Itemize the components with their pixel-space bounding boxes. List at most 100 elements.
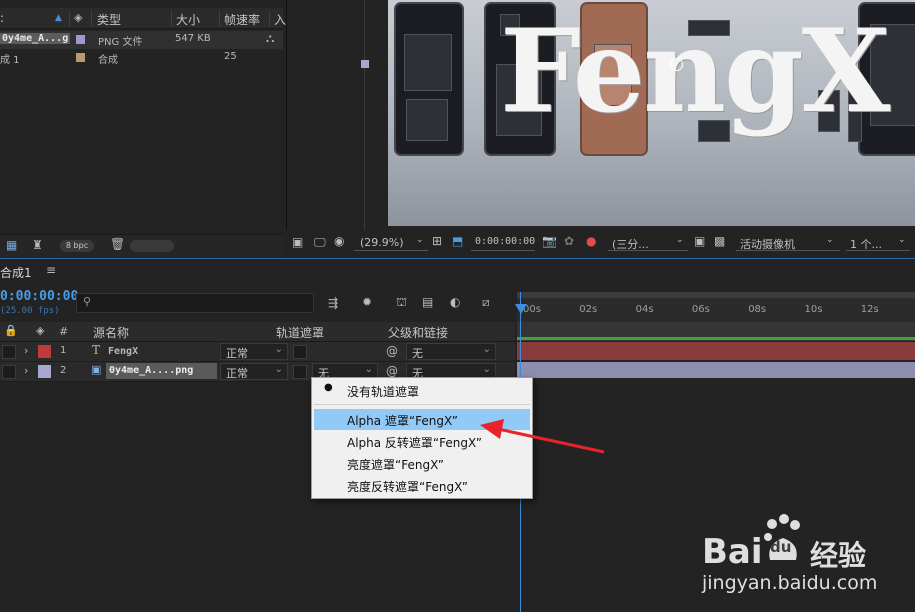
layer-search-input[interactable]: ⚲: [76, 293, 314, 313]
label-tag-icon[interactable]: ◈: [74, 11, 82, 24]
always-preview-icon[interactable]: ▣: [292, 235, 303, 249]
new-folder-icon[interactable]: ♜: [32, 238, 43, 252]
chevron-down-icon: ⌄: [274, 364, 283, 375]
composition-canvas[interactable]: FengX: [388, 0, 915, 226]
layer-name[interactable]: 0y4me_A....png: [106, 363, 217, 379]
region-of-interest-icon[interactable]: ⬒: [452, 234, 463, 248]
color-channels-icon[interactable]: ●: [586, 234, 596, 248]
frame-blending-icon[interactable]: ▤: [422, 295, 433, 309]
column-parent[interactable]: 父级和链接: [388, 324, 448, 341]
chevron-right-icon[interactable]: ›: [24, 344, 28, 357]
interpret-footage-icon[interactable]: ▦: [6, 238, 17, 252]
visibility-toggle[interactable]: [2, 345, 16, 359]
name-column-edge[interactable]: :: [0, 11, 4, 25]
column-track-matte[interactable]: 轨道遮罩: [276, 324, 324, 341]
frame-rate-label: (25.00 fps): [0, 306, 60, 316]
layer-row[interactable]: › 1 T FengX 正常 ⌄ @ 无 ⌄: [0, 342, 515, 362]
label-swatch[interactable]: [76, 53, 85, 62]
blend-mode-dropdown[interactable]: 正常 ⌄: [220, 363, 288, 380]
watermark-brand: Bai: [702, 532, 763, 572]
zoom-dropdown[interactable]: (29.9%) ⌄: [354, 233, 428, 251]
snapshot-camera-icon[interactable]: 📷: [542, 234, 557, 248]
time-ruler[interactable]: 00s02s04s06s08s10s12s14: [517, 292, 915, 322]
blend-mode-value: 正常: [226, 347, 248, 360]
column-size[interactable]: 大小: [176, 11, 200, 28]
menu-item-luma-inverted-matte[interactable]: 亮度反转遮罩“FengX”: [314, 475, 530, 496]
layer-bar-fengx[interactable]: [517, 342, 915, 360]
ruler-tick-label: 08s: [748, 304, 767, 315]
draft-3d-icon[interactable]: ✹: [362, 295, 372, 309]
layer-index: 1: [60, 345, 67, 356]
menu-item-label: Alpha 遮罩“FengX”: [347, 414, 458, 428]
checked-bullet-icon: ●: [324, 382, 333, 393]
watermark-product: 经验: [810, 539, 867, 572]
chevron-down-icon: ⌄: [482, 364, 491, 375]
show-snapshot-icon[interactable]: ✿: [564, 234, 574, 248]
menu-item-label: 亮度遮罩“FengX”: [347, 458, 445, 472]
lock-icon[interactable]: 🔒: [4, 324, 18, 337]
blend-mode-value: 正常: [226, 367, 248, 380]
chevron-right-icon[interactable]: ›: [24, 364, 28, 377]
work-area-bar[interactable]: [517, 292, 915, 298]
panel-menu-icon[interactable]: ≡: [46, 263, 56, 277]
layer-bar-png[interactable]: [517, 362, 915, 378]
column-type[interactable]: 类型: [97, 11, 121, 28]
layer-label-color[interactable]: [38, 345, 51, 358]
shy-layers-icon[interactable]: ⛫: [396, 295, 407, 311]
parent-dropdown[interactable]: 无 ⌄: [406, 343, 496, 360]
views-dropdown[interactable]: 1 个... ⌄: [846, 233, 910, 251]
preserve-transparency-toggle[interactable]: [293, 345, 307, 359]
anchor-point-handle[interactable]: [361, 60, 369, 68]
sort-ascending-icon[interactable]: ▲: [55, 13, 62, 23]
ruler-tick-label: 06s: [691, 304, 710, 315]
current-time-display[interactable]: 0:00:00:00: [0, 289, 78, 304]
chevron-down-icon: ⌄: [898, 235, 906, 245]
item-size: 547 KB: [175, 33, 211, 44]
motion-blur-icon[interactable]: ◐: [450, 295, 460, 309]
timeline-tab-bar: 合成1 ≡: [0, 258, 915, 287]
comp-flowchart-icon[interactable]: ⇶: [328, 296, 338, 310]
project-item-comp[interactable]: 成 1 合成 25: [0, 49, 283, 67]
fengx-text-layer[interactable]: FengX: [500, 6, 890, 136]
project-footer: ▦ ♜ 8 bpc 🗑: [0, 234, 283, 257]
item-name: 成 1: [0, 55, 20, 66]
chevron-down-icon: ⌄: [274, 344, 283, 355]
label-tag-icon[interactable]: ◈: [36, 324, 44, 337]
ruler-tick-label: 02s: [579, 304, 598, 315]
label-swatch[interactable]: [76, 35, 85, 44]
crosshair-icon[interactable]: [670, 58, 683, 71]
fast-preview-icon[interactable]: ▣: [694, 234, 705, 248]
trash-icon[interactable]: 🗑: [110, 237, 125, 251]
visibility-toggle[interactable]: [2, 365, 16, 379]
grid-icon[interactable]: ⊞: [432, 234, 442, 248]
watermark-url: jingyan.baidu.com: [702, 572, 878, 594]
resolution-dropdown[interactable]: (三分... ⌄: [608, 233, 688, 251]
tab-composition[interactable]: 合成1: [0, 264, 32, 281]
monitor-icon[interactable]: 🖵: [314, 235, 326, 250]
transparency-grid-icon[interactable]: ▩: [714, 234, 725, 248]
pick-whip-icon[interactable]: @: [386, 364, 398, 378]
layer-name[interactable]: FengX: [108, 346, 138, 357]
menu-item-no-matte[interactable]: ● 没有轨道遮罩: [314, 380, 530, 401]
watermark-brand-suffix: du: [770, 538, 792, 556]
mask-visibility-icon[interactable]: ◉: [334, 234, 344, 248]
column-source-name[interactable]: 源名称: [93, 324, 129, 341]
playhead-handle[interactable]: [515, 304, 527, 314]
preserve-transparency-toggle[interactable]: [293, 365, 307, 379]
column-framerate[interactable]: 帧速率: [224, 11, 260, 28]
column-index[interactable]: #: [59, 325, 68, 338]
search-pill[interactable]: [130, 240, 174, 252]
chevron-down-icon: ⌄: [482, 344, 491, 355]
current-time-field[interactable]: 0:00:00:00: [471, 233, 535, 251]
project-item-png[interactable]: 0y4me_A...g PNG 文件 547 KB ⛬: [0, 31, 283, 49]
camera-dropdown[interactable]: 活动摄像机 ⌄: [736, 233, 840, 251]
item-type: 合成: [98, 55, 118, 66]
column-in[interactable]: 入: [274, 11, 286, 28]
layer-label-color[interactable]: [38, 365, 51, 378]
graph-editor-icon[interactable]: ⧄: [482, 295, 490, 310]
blend-mode-dropdown[interactable]: 正常 ⌄: [220, 343, 288, 360]
bit-depth-button[interactable]: 8 bpc: [60, 240, 94, 252]
chevron-down-icon: ⌄: [676, 235, 684, 245]
chevron-down-icon: ⌄: [364, 364, 373, 375]
pick-whip-icon[interactable]: @: [386, 344, 398, 358]
